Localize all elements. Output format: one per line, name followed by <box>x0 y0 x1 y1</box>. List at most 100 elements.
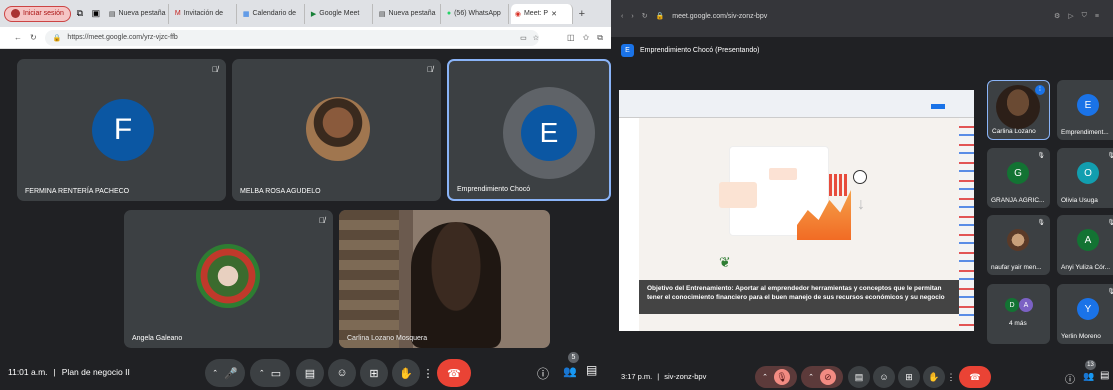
leave-call-button[interactable]: ☎ <box>959 366 991 388</box>
mic-off-icon: 🎙̸ <box>212 65 218 74</box>
signin-button[interactable]: Iniciar sesión <box>4 5 71 22</box>
participant-tile-yerlin[interactable]: 🎙 Y Yerlin Moreno <box>1057 284 1113 344</box>
back-icon[interactable]: ← <box>14 33 22 42</box>
participant-name: Angela Galeano <box>132 335 183 342</box>
chat-icon[interactable]: ▤ <box>1100 370 1109 381</box>
hand-icon: ✋ <box>399 367 413 380</box>
info-icon[interactable]: ⓘ <box>1065 371 1075 386</box>
mic-off-icon: 🎙 <box>1107 220 1113 226</box>
mic-button[interactable]: ⌃ 🎙 <box>755 366 797 388</box>
participant-tile-melba[interactable]: 🎙̸ MELBA ROSA AGUDELO <box>232 59 441 201</box>
browser-chrome-dark: ‹ › ↻ 🔒 meet.google.com/siv-zonz-bpv ⚙ ▷… <box>611 0 1113 37</box>
camera-permission-icon[interactable]: ▭ <box>520 34 527 42</box>
participant-tile-fermina[interactable]: 🎙̸ F FERMINA RENTERÍA PACHECO <box>17 59 226 201</box>
tab-nueva-pestana-1[interactable]: ▤ Nueva pestaña <box>105 3 169 24</box>
extensions-icon[interactable]: ⚙ <box>1054 12 1060 20</box>
address-row: ‹ › ↻ 🔒 meet.google.com/siv-zonz-bpv ⚙ ▷… <box>611 8 1113 24</box>
camera-button[interactable]: ⌃ ▭ <box>250 359 290 387</box>
mic-button[interactable]: ⌃ 🎤 <box>205 359 245 387</box>
present-button[interactable]: ⊞ <box>898 366 920 388</box>
close-tab-icon[interactable]: ✕ <box>551 10 557 18</box>
forward-icon[interactable]: › <box>631 13 633 20</box>
leave-call-button[interactable]: ☎ <box>437 359 471 387</box>
collections-icon[interactable]: ⧉ <box>597 33 603 43</box>
more-vert-icon: ⋮ <box>946 371 956 382</box>
participant-tile-emprendimiento[interactable]: E Emprendimiento Chocó <box>447 59 611 201</box>
emoji-button[interactable]: ☺ <box>873 366 895 388</box>
video-person <box>411 222 501 348</box>
emoji-button[interactable]: ☺ <box>328 359 356 387</box>
favorites-icon[interactable]: ✩ <box>583 33 590 42</box>
participant-tile-more[interactable]: D A 4 más <box>987 284 1050 344</box>
emoji-icon: ☺ <box>336 367 348 379</box>
participant-tile-anyi[interactable]: 🎙 A Anyi Yuliza Cór... <box>1057 215 1113 275</box>
presenting-banner: E Emprendimiento Chocó (Presentando) <box>621 42 786 58</box>
participant-tile-naufar[interactable]: 🎙 naufar yair men... <box>987 215 1050 275</box>
participant-tile-carlina[interactable]: ⁞ Carlina Lozano <box>987 80 1050 140</box>
camera-button[interactable]: ⌃ ⊘ <box>801 366 843 388</box>
camera-off-icon: ⊘ <box>819 369 836 385</box>
tab-google-meet[interactable]: ▶ Google Meet <box>307 3 373 24</box>
participant-tile-carlina-video[interactable]: Carlina Lozano Mosquera <box>339 210 550 348</box>
lock-icon: 🔒 <box>52 34 62 42</box>
tab-nueva-pestana-2[interactable]: ▤ Nueva pestaña <box>375 3 441 24</box>
address-bar: ← ↻ 🔒 https://meet.google.com/yrz-vjzc-f… <box>0 27 611 49</box>
participant-tile-emprendimiento[interactable]: E Emprendiment... <box>1057 80 1113 140</box>
tab-actions-icon[interactable]: ⧉ <box>73 8 87 19</box>
participant-tile-granja[interactable]: 🎙 G GRANJA AGRIC... <box>987 148 1050 208</box>
meeting-name: siv-zonz-bpv <box>664 372 707 381</box>
avatar-photo <box>306 97 370 161</box>
participant-name: GRANJA AGRIC... <box>991 197 1045 204</box>
info-icon[interactable]: ⓘ <box>537 365 549 382</box>
participant-name: Carlina Lozano <box>992 128 1036 135</box>
chat-icon[interactable]: ▤ <box>586 363 597 377</box>
calendar-icon: ▦ <box>242 10 250 18</box>
cast-icon[interactable]: ▷ <box>1068 12 1073 20</box>
new-tab-button[interactable]: + <box>575 8 589 20</box>
page-icon: ▤ <box>378 10 386 18</box>
url-text: https://meet.google.com/yrz-vjzc-ffb <box>67 34 178 41</box>
star-icon[interactable]: ☆ <box>533 34 539 42</box>
tab-list-icon[interactable]: ▣ <box>89 8 103 19</box>
tab-calendario[interactable]: ▦ Calendario de <box>239 3 305 24</box>
more-options-button[interactable]: ⋮ <box>422 359 434 387</box>
meet-window: 🎙̸ F FERMINA RENTERÍA PACHECO 🎙̸ MELBA R… <box>0 49 611 390</box>
whatsapp-icon: ● <box>446 10 452 17</box>
shield-icon[interactable]: ⛉ <box>1082 12 1087 20</box>
avatar-initial: A <box>1084 234 1092 246</box>
split-view-icon[interactable]: ◫ <box>567 33 575 42</box>
present-button[interactable]: ⊞ <box>360 359 388 387</box>
avatar-initial: O <box>1084 167 1092 179</box>
more-participants-label: 4 más <box>1009 320 1027 327</box>
divider: | <box>657 372 660 381</box>
page-icon: ▤ <box>108 10 116 18</box>
reload-icon[interactable]: ↻ <box>642 12 648 20</box>
tab-meet-active[interactable]: ◉ Meet: P ✕ <box>510 3 573 24</box>
emoji-icon: ☺ <box>879 372 889 382</box>
tab-label: Nueva pestaña <box>388 10 436 17</box>
participant-tile-olivia[interactable]: 🎙 O Olivia Usuga <box>1057 148 1113 208</box>
url-field[interactable]: 🔒 https://meet.google.com/yrz-vjzc-ffb ▭… <box>44 29 540 46</box>
tab-label: Calendario de <box>252 10 297 17</box>
captions-button[interactable]: ▤ <box>848 366 870 388</box>
menu-icon[interactable]: ≡ <box>1095 13 1099 20</box>
raise-hand-button[interactable]: ✋ <box>392 359 420 387</box>
tab-label: (56) WhatsApp <box>454 10 501 17</box>
people-icon[interactable]: 👥 <box>1083 371 1094 382</box>
avatar-photo <box>1007 229 1029 251</box>
more-options-button[interactable]: ⋮ <box>946 366 956 388</box>
divider: | <box>53 367 56 377</box>
presenter-avatar: E <box>621 43 634 57</box>
back-icon[interactable]: ‹ <box>621 13 623 20</box>
raise-hand-button[interactable]: ✋ <box>923 366 945 388</box>
participant-tile-angela[interactable]: 🎙̸ Angela Galeano <box>124 210 333 348</box>
tab-whatsapp[interactable]: ● (56) WhatsApp <box>443 3 509 24</box>
people-icon[interactable]: 👥 <box>563 365 577 378</box>
captions-button[interactable]: ▤ <box>296 359 324 387</box>
url-text[interactable]: meet.google.com/siv-zonz-bpv <box>672 13 767 20</box>
illustration-barchart <box>829 174 849 196</box>
reload-icon[interactable]: ↻ <box>30 33 37 42</box>
avatar: E <box>1077 94 1099 116</box>
tab-invitacion[interactable]: M Invitación de <box>171 3 237 24</box>
chevron-up-icon: ⌃ <box>762 374 768 381</box>
